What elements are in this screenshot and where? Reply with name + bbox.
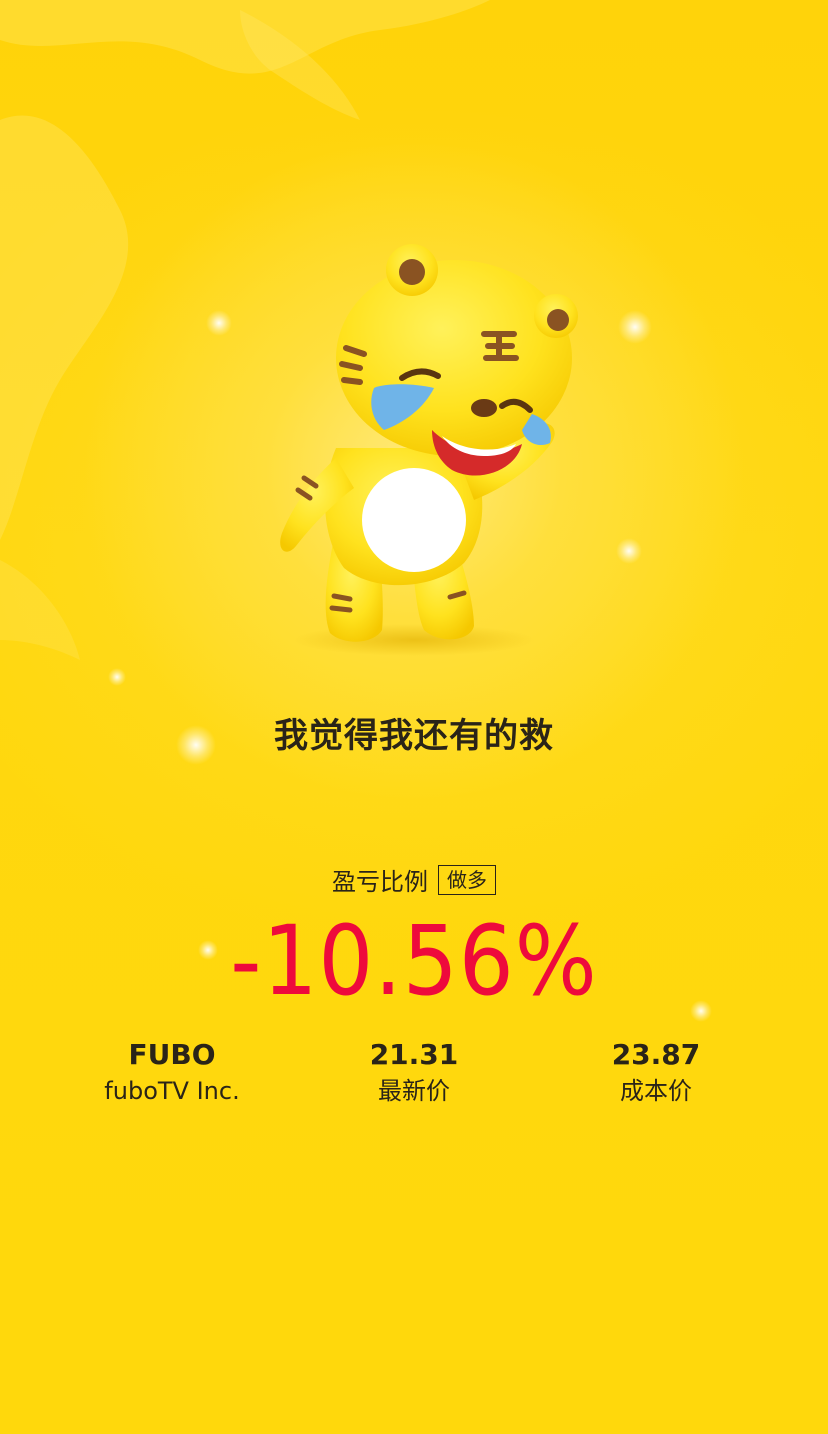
- crying-tiger-mascot-icon: [280, 244, 578, 656]
- cost-price-value: 23.87: [611, 1038, 701, 1071]
- stock-stats: FUBO fuboTV Inc. 21.31 最新价 23.87 成本价: [52, 1036, 776, 1108]
- pnl-ratio-label: 盈亏比例: [332, 868, 428, 896]
- stock-identity: FUBO fuboTV Inc.: [52, 1036, 292, 1108]
- last-price-label: 最新价: [378, 1077, 450, 1105]
- last-price-stat: 21.31 最新价: [294, 1036, 534, 1108]
- stock-ticker: FUBO: [128, 1038, 216, 1071]
- sparkle: [108, 668, 126, 686]
- last-price-value: 21.31: [369, 1038, 459, 1071]
- cost-price-stat: 23.87 成本价: [536, 1036, 776, 1108]
- sparkle: [616, 538, 642, 564]
- pnl-ratio-header: 盈亏比例 做多: [0, 862, 828, 897]
- sparkle: [618, 310, 652, 344]
- position-direction-badge: 做多: [438, 864, 496, 895]
- slogan-text: 我觉得我还有的救: [274, 716, 554, 756]
- pnl-ratio-value: -10.56%: [230, 905, 598, 1017]
- cost-price-label: 成本价: [620, 1077, 692, 1105]
- sparkle: [206, 310, 232, 336]
- stock-name: fuboTV Inc.: [104, 1077, 240, 1105]
